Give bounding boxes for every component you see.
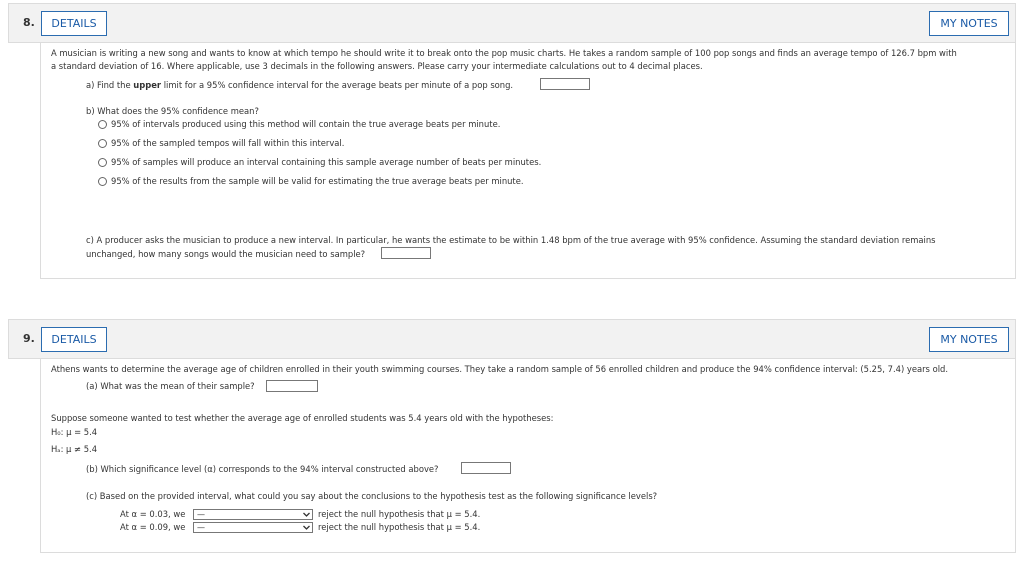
part-b-question: (b) Which significance level (α) corresp… <box>86 464 439 474</box>
option-4-radio[interactable] <box>98 177 107 186</box>
null-hypothesis: H₀: μ = 5.4 <box>51 427 98 437</box>
part-a-question: (a) What was the mean of their sample? <box>86 381 255 391</box>
option-2-label[interactable]: 95% of the sampled tempos will fall with… <box>111 137 344 149</box>
part-c-question: (c) Based on the provided interval, what… <box>86 491 658 501</box>
question-number: 9. <box>23 332 35 345</box>
row-1-select[interactable]: — <box>193 509 313 520</box>
question-intro: Athens wants to determine the average ag… <box>51 364 949 374</box>
question-number: 8. <box>23 16 35 29</box>
question-9-header: 9. DETAILS MY NOTES <box>8 319 1016 359</box>
row-2-select[interactable]: — <box>193 522 313 533</box>
hypothesis-intro: Suppose someone wanted to test whether t… <box>51 413 554 423</box>
chevron-down-icon <box>302 510 311 519</box>
option-1-label[interactable]: 95% of intervals produced using this met… <box>111 118 500 130</box>
row-1-suffix: reject the null hypothesis that μ = 5.4. <box>318 509 481 519</box>
option-3-label[interactable]: 95% of samples will produce an interval … <box>111 156 541 168</box>
row-2-prefix: At α = 0.09, we <box>120 522 186 532</box>
part-a-answer-input[interactable] <box>266 380 318 392</box>
option-4-label[interactable]: 95% of the results from the sample will … <box>111 175 524 187</box>
part-b-answer-input[interactable] <box>461 462 511 474</box>
my-notes-button[interactable]: MY NOTES <box>929 11 1009 36</box>
part-b-question: b) What does the 95% confidence mean? <box>86 106 259 116</box>
alternative-hypothesis: Hₐ: μ ≠ 5.4 <box>51 444 98 454</box>
chevron-down-icon <box>302 523 311 532</box>
part-a-question: a) Find the upper limit for a 95% confid… <box>86 80 514 90</box>
select-value: — <box>197 510 205 519</box>
question-intro-line-2: a standard deviation of 16. Where applic… <box>51 61 703 71</box>
question-8-header: 8. DETAILS MY NOTES <box>8 3 1016 43</box>
row-1-prefix: At α = 0.03, we <box>120 509 186 519</box>
select-value: — <box>197 523 205 532</box>
details-button[interactable]: DETAILS <box>41 11 107 36</box>
question-9-body: Athens wants to determine the average ag… <box>40 359 1016 553</box>
details-button[interactable]: DETAILS <box>41 327 107 352</box>
row-2-suffix: reject the null hypothesis that μ = 5.4. <box>318 522 481 532</box>
part-c-answer-input[interactable] <box>381 247 431 259</box>
question-8-body: A musician is writing a new song and wan… <box>40 43 1016 279</box>
part-a-answer-input[interactable] <box>540 78 590 90</box>
question-intro-line-1: A musician is writing a new song and wan… <box>51 48 957 58</box>
my-notes-button[interactable]: MY NOTES <box>929 327 1009 352</box>
option-2-radio[interactable] <box>98 139 107 148</box>
part-c-question-line-1: c) A producer asks the musician to produ… <box>86 235 936 245</box>
option-1-radio[interactable] <box>98 120 107 129</box>
part-c-question-line-2: unchanged, how many songs would the musi… <box>86 249 366 259</box>
option-3-radio[interactable] <box>98 158 107 167</box>
